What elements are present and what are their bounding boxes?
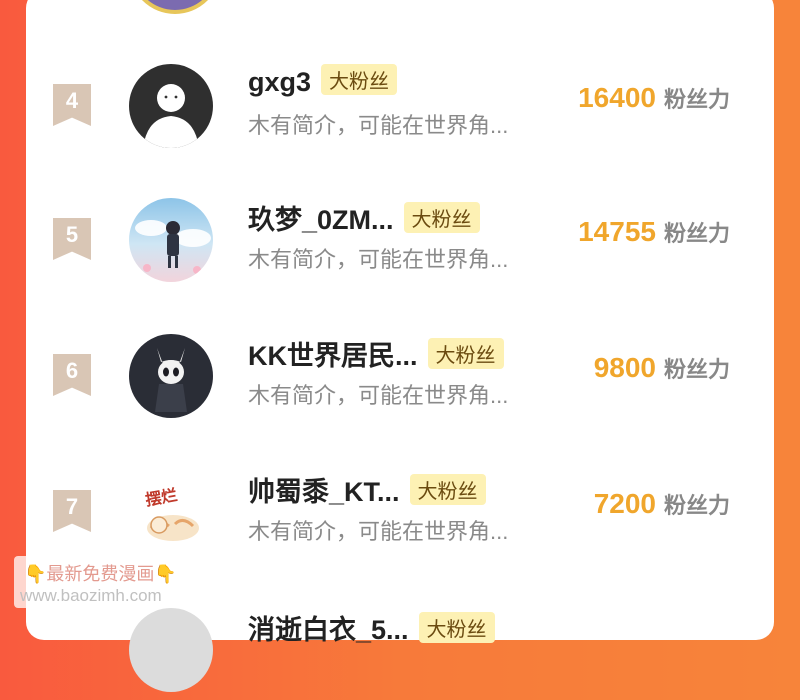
- user-bio: 木有简介，可能在世界角...: [248, 247, 509, 272]
- fan-power-value: 9800: [593, 352, 656, 383]
- user-name[interactable]: 帅蜀黍_KT... 大粉丝: [248, 470, 486, 509]
- fan-power: 14755 粉丝力: [578, 216, 730, 248]
- anime-girl-avatar-icon[interactable]: [129, 198, 213, 282]
- rank-badge: 6: [53, 354, 91, 396]
- user-name-text: KK世界居民...: [248, 341, 418, 371]
- fan-row-6[interactable]: 6 KK世界居民... 大粉丝 木有简介，可能在世界角... 9800 粉丝力: [26, 330, 774, 426]
- big-fan-badge: 大粉丝: [321, 64, 398, 95]
- user-bio: 木有简介，可能在世界角...: [248, 383, 509, 408]
- rank-badge: 5: [53, 218, 91, 260]
- fan-power: 16400 粉丝力: [578, 82, 730, 114]
- fan-power-value: 7200: [593, 488, 656, 519]
- watermark-title: 👇最新免费漫画👇: [24, 564, 177, 584]
- fan-power-value: 16400: [578, 82, 656, 113]
- fan-power: 9800 粉丝力: [594, 352, 730, 384]
- user-name[interactable]: 消逝白衣_5... 大粉丝: [248, 608, 495, 647]
- user-bio: 木有简介，可能在世界角...: [248, 113, 509, 138]
- user-name-text: 玖梦_0ZM...: [248, 205, 394, 235]
- rank-badge: 7: [53, 490, 91, 532]
- partial-avatar-icon[interactable]: [129, 608, 213, 692]
- fan-power-unit: 粉丝力: [663, 87, 730, 112]
- user-bio: 木有简介，可能在世界角...: [248, 519, 509, 544]
- big-fan-badge: 大粉丝: [403, 202, 480, 233]
- rank-badge: 4: [53, 84, 91, 126]
- fan-power-unit: 粉丝力: [663, 221, 730, 246]
- user-name[interactable]: KK世界居民... 大粉丝: [248, 334, 504, 373]
- fan-row-5[interactable]: 5 玖梦_0ZM... 大粉丝 木有简介，可能在世界角... 14755 粉丝力: [26, 194, 774, 290]
- hollow-knight-avatar-icon[interactable]: [129, 334, 213, 418]
- fan-row-7[interactable]: 7 摆烂 帅蜀黍_KT... 大粉丝 木有简介，可能在世界角... 7200 粉丝力: [26, 466, 774, 562]
- user-name[interactable]: gxg3 大粉丝: [248, 64, 398, 98]
- avatar-previous-partial[interactable]: [129, 0, 221, 14]
- user-name-text: gxg3: [248, 67, 312, 97]
- fan-ranking-panel: 4 gxg3 大粉丝 木有简介，可能在世界角... 16400 粉丝力 5 玖梦…: [26, 0, 774, 692]
- user-name-text: 消逝白衣_5...: [248, 615, 409, 645]
- fan-power-unit: 粉丝力: [663, 493, 730, 518]
- fan-row-4[interactable]: 4 gxg3 大粉丝 木有简介，可能在世界角... 16400 粉丝力: [26, 60, 774, 156]
- big-fan-badge: 大粉丝: [409, 474, 486, 505]
- watermark-url: www.baozimh.com: [20, 586, 162, 605]
- fan-row-8[interactable]: 消逝白衣_5... 大粉丝: [26, 604, 774, 700]
- fan-power-value: 14755: [578, 216, 656, 247]
- default-avatar-icon[interactable]: [129, 64, 213, 148]
- cat-sticker-avatar-icon[interactable]: 摆烂: [129, 470, 213, 554]
- user-name-text: 帅蜀黍_KT...: [248, 477, 400, 507]
- fan-power-unit: 粉丝力: [663, 357, 730, 382]
- user-name[interactable]: 玖梦_0ZM... 大粉丝: [248, 198, 480, 237]
- big-fan-badge: 大粉丝: [418, 612, 495, 643]
- big-fan-badge: 大粉丝: [427, 338, 504, 369]
- fan-power: 7200 粉丝力: [594, 488, 730, 520]
- watermark: 👇最新免费漫画👇 www.baozimh.com: [14, 556, 204, 608]
